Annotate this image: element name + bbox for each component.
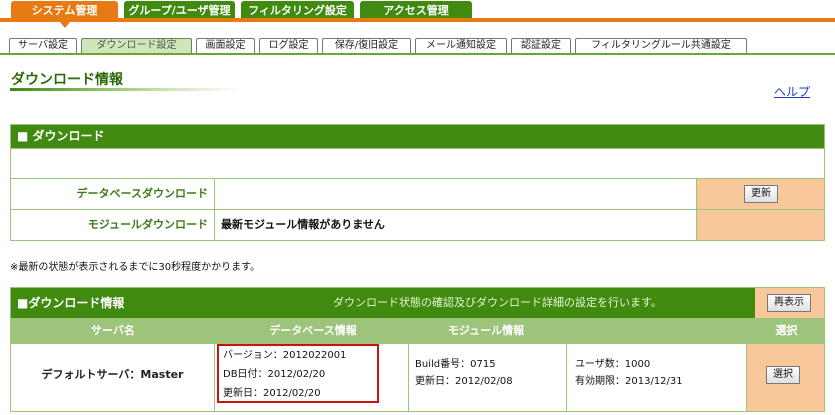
module-updated-date: 更新日：2012/02/08 — [415, 376, 513, 387]
loading-note: ※最新の状態が表示されるまでに30秒程度かかります。 — [10, 262, 261, 273]
sub-navigation: サーバ設定 ダウンロード設定 画面設定 ログ設定 保存/復旧設定 メール通知設定… — [0, 36, 835, 55]
tab-authentication-settings[interactable]: 認証設定 — [511, 38, 571, 54]
column-header-module-info: モジュール情報 — [447, 324, 525, 337]
main-tab-label: フィルタリング設定 — [248, 4, 347, 17]
main-nav-bar — [0, 18, 835, 22]
tab-label: ダウンロード設定 — [96, 40, 177, 51]
sub-nav-line — [0, 53, 835, 55]
main-tab-label: アクセス管理 — [383, 4, 449, 17]
tab-log-settings[interactable]: ログ設定 — [259, 38, 318, 54]
refresh-cell: 再表示 — [755, 288, 824, 318]
license-info-cell: ユーザ数：1000 有効期限：2013/12/31 — [567, 344, 747, 411]
module-download-action-cell — [696, 210, 824, 240]
tab-label: 認証設定 — [521, 40, 561, 51]
tab-label: 保存/復旧設定 — [334, 40, 399, 51]
active-tab-arrow-icon — [59, 22, 70, 28]
license-expiry: 有効期限：2013/12/31 — [575, 376, 683, 387]
download-section-header: ■ ダウンロード — [11, 125, 824, 148]
download-info-title: ■ダウンロード情報 — [17, 296, 125, 310]
select-button[interactable]: 選択 — [766, 366, 800, 384]
info-column-header-row: サーバ名 データベース情報 モジュール情報 選択 — [11, 318, 824, 343]
select-cell: 選択 — [747, 344, 824, 411]
tab-mail-notification-settings[interactable]: メール通知設定 — [415, 38, 507, 54]
module-download-row: モジュールダウンロード 最新モジュール情報がありません — [11, 209, 824, 240]
column-header-server-name: サーバ名 — [91, 324, 135, 337]
tab-label: フィルタリングルール共通設定 — [591, 40, 731, 51]
database-download-action-cell: 更新 — [696, 179, 824, 209]
tab-download-settings[interactable]: ダウンロード設定 — [81, 38, 192, 54]
column-header-database-info: データベース情報 — [269, 324, 357, 337]
tab-screen-settings[interactable]: 画面設定 — [196, 38, 255, 54]
main-tab-label: グループ/ユーザ管理 — [128, 4, 231, 17]
tab-label: 画面設定 — [205, 40, 246, 51]
download-info-header: ■ダウンロード情報 ダウンロード状態の確認及びダウンロード詳細の設定を行います。… — [11, 288, 824, 318]
page-title: ダウンロード情報 — [11, 72, 123, 88]
module-info-cell: Build番号：0715 更新日：2012/02/08 — [409, 344, 567, 411]
download-info-section: ■ダウンロード情報 ダウンロード状態の確認及びダウンロード詳細の設定を行います。… — [10, 287, 825, 412]
module-download-label: モジュールダウンロード — [11, 210, 215, 240]
tab-label: サーバ設定 — [18, 40, 68, 51]
main-navigation: システム管理 グループ/ユーザ管理 フィルタリング設定 アクセス管理 — [0, 0, 835, 28]
main-tab-label: システム管理 — [31, 4, 98, 17]
database-download-label: データベースダウンロード — [11, 179, 215, 209]
help-link[interactable]: ヘルプ — [774, 83, 810, 100]
tab-filtering-rule-common-settings[interactable]: フィルタリングルール共通設定 — [575, 38, 747, 54]
database-date: DB日付：2012/02/20 — [223, 369, 326, 380]
database-updated-date: 更新日：2012/02/20 — [223, 388, 321, 399]
server-info-row: デフォルトサーバ：Master バージョン：2012022001 DB日付：20… — [11, 343, 824, 411]
download-info-description: ダウンロード状態の確認及びダウンロード詳細の設定を行います。 — [333, 296, 662, 309]
server-name-cell: デフォルトサーバ：Master — [11, 344, 215, 411]
update-button[interactable]: 更新 — [744, 185, 778, 203]
download-section-spacer — [11, 148, 824, 178]
download-section: ■ ダウンロード データベースダウンロード 更新 モジュールダウンロード 最新モ… — [10, 124, 825, 241]
database-info-cell: バージョン：2012022001 DB日付：2012/02/20 更新日：201… — [215, 344, 409, 411]
title-underline — [10, 88, 240, 91]
module-download-value: 最新モジュール情報がありません — [221, 218, 385, 231]
database-version: バージョン：2012022001 — [223, 350, 347, 361]
tab-save-restore-settings[interactable]: 保存/復旧設定 — [322, 38, 411, 54]
tab-label: ログ設定 — [268, 40, 309, 51]
database-download-row: データベースダウンロード 更新 — [11, 178, 824, 209]
refresh-button[interactable]: 再表示 — [767, 294, 811, 312]
column-header-select: 選択 — [775, 324, 798, 337]
tab-server-settings[interactable]: サーバ設定 — [9, 38, 77, 54]
tab-label: メール通知設定 — [426, 40, 496, 51]
